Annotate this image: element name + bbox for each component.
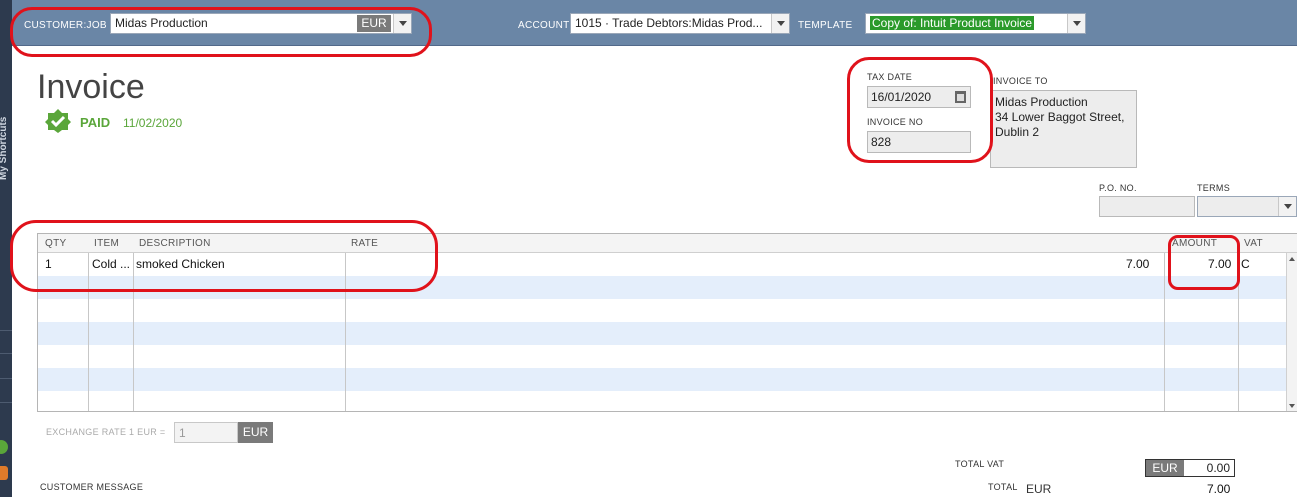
table-row[interactable]: 1 Cold ... smoked Chicken 7.00 7.00 C [38,253,1297,276]
table-row[interactable] [38,299,1297,322]
table-row[interactable] [38,368,1297,391]
column-divider [1164,253,1165,411]
page-title: Invoice [37,68,145,106]
invoice-no-value: 828 [871,135,892,149]
calendar-icon[interactable] [955,91,966,103]
table-scrollbar[interactable] [1286,253,1297,411]
po-no-field[interactable] [1099,196,1195,217]
table-row[interactable] [38,276,1297,299]
exchange-rate-field[interactable]: 1 [174,422,238,443]
sidebar-green-icon[interactable] [0,440,8,454]
exchange-currency-badge: EUR [238,422,273,443]
cell-vat[interactable]: C [1241,257,1250,271]
invoice-to-line: Midas Production [995,95,1088,109]
template-label: TEMPLATE [798,20,853,31]
tax-date-label: TAX DATE [867,72,913,82]
chevron-down-icon[interactable] [1067,14,1085,33]
invoice-to-field[interactable]: Midas Production 34 Lower Baggot Street,… [990,90,1137,168]
po-no-label: P.O. NO. [1099,183,1137,193]
customer-currency-badge: EUR [357,15,391,32]
column-header-vat[interactable]: VAT [1244,238,1263,249]
invoice-to-label: INVOICE TO [993,76,1048,86]
scroll-down-icon[interactable] [1289,404,1295,408]
account-label: ACCOUNT [518,20,570,31]
tax-date-value: 16/01/2020 [871,90,932,104]
table-header: QTY ITEM DESCRIPTION RATE AMOUNT VAT [38,234,1297,253]
chevron-down-icon[interactable] [771,14,789,33]
customer-job-value: Midas Production [115,16,208,30]
paid-check-icon [45,109,71,133]
exchange-rate-label: EXCHANGE RATE 1 EUR = [46,427,166,437]
status-badge: PAID [80,115,111,130]
column-header-amount[interactable]: AMOUNT [1172,238,1217,249]
template-value: Copy of: Intuit Product Invoice [870,16,1035,30]
paid-date: 11/02/2020 [123,116,183,130]
account-value: 1015 · Trade Debtors:Midas Prod... [575,16,763,30]
cell-rate[interactable]: 7.00 [1126,257,1149,271]
column-divider [1238,253,1239,411]
left-sidebar: My Shortcuts [0,0,12,497]
column-header-item[interactable]: ITEM [94,238,119,249]
cell-qty[interactable]: 1 [45,257,52,271]
table-row[interactable] [38,322,1297,345]
sidebar-shortcuts-label[interactable]: My Shortcuts [0,60,12,180]
column-header-rate[interactable]: RATE [351,238,378,249]
terms-label: TERMS [1197,183,1230,193]
account-dropdown[interactable]: 1015 · Trade Debtors:Midas Prod... [570,13,790,34]
line-items-table: QTY ITEM DESCRIPTION RATE AMOUNT VAT 1 C… [37,233,1297,412]
invoice-no-field[interactable]: 828 [867,131,971,153]
total-value: 7.00 [1207,482,1231,496]
total-label: TOTAL [988,482,1018,492]
chevron-down-icon[interactable] [1278,197,1296,216]
invoice-to-line: Dublin 2 [995,125,1040,139]
sidebar-divider [0,378,12,379]
total-vat-label: TOTAL VAT [955,459,1005,469]
table-row[interactable] [38,345,1297,368]
cell-amount[interactable]: 7.00 [1208,257,1231,271]
total-currency: EUR [1026,482,1052,496]
sidebar-divider [0,353,12,354]
sidebar-calendar-icon[interactable] [0,466,8,480]
column-header-description[interactable]: DESCRIPTION [139,238,211,249]
total-vat-currency: EUR [1146,460,1184,476]
exchange-rate-value: 1 [179,426,186,440]
tax-date-field[interactable]: 16/01/2020 [867,86,971,108]
sidebar-divider [0,330,12,331]
sidebar-divider [0,402,12,403]
scroll-up-icon[interactable] [1289,257,1295,261]
customer-job-label: CUSTOMER:JOB [24,20,107,31]
chevron-down-icon[interactable] [393,14,411,33]
customer-job-dropdown[interactable]: Midas Production EUR [110,13,412,34]
column-divider [88,253,89,411]
invoice-header-bar: CUSTOMER:JOB Midas Production EUR ACCOUN… [12,0,1297,46]
cell-item[interactable]: Cold ... [92,257,132,271]
invoice-to-line: 34 Lower Baggot Street, [995,110,1125,124]
column-divider [133,253,134,411]
terms-dropdown[interactable] [1197,196,1297,217]
invoice-no-label: INVOICE NO [867,117,924,127]
total-vat-value: 0.00 [1206,461,1230,475]
table-row[interactable] [38,391,1297,411]
total-vat-field: EUR 0.00 [1145,459,1235,477]
column-header-qty[interactable]: QTY [45,238,66,249]
customer-message-label: CUSTOMER MESSAGE [40,482,144,492]
cell-description[interactable]: smoked Chicken [136,257,225,271]
template-dropdown[interactable]: Copy of: Intuit Product Invoice [865,13,1086,34]
column-divider [345,253,346,411]
